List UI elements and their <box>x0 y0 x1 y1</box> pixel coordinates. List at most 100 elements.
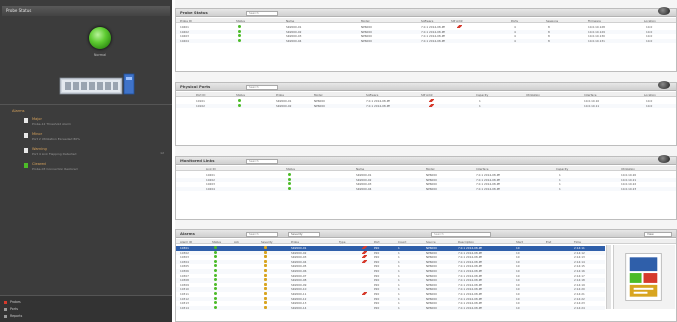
column-header[interactable]: Name <box>356 167 364 171</box>
table-cell: 7.0.1 2014-08-PP <box>458 305 483 310</box>
column-header[interactable]: Software <box>421 19 433 23</box>
status-ok-icon <box>238 38 241 42</box>
column-header[interactable]: Utilization <box>621 167 635 171</box>
table-row[interactable]: 10314 SR2000-14 P20 1 NP6000 7.0.1 2014-08-PP… <box>176 305 605 311</box>
table-cell: 7.0.1 2014-08-PP <box>458 264 483 269</box>
panel-search-input[interactable]: Search <box>246 231 278 237</box>
column-header[interactable]: Ack <box>234 240 239 244</box>
nav-item-probes[interactable]: Probes <box>4 300 21 304</box>
panel-search-input[interactable]: Search <box>246 84 278 90</box>
tree-item-major[interactable]: Major Probe-12 Threshold Alarm <box>24 117 170 129</box>
column-header[interactable]: SIP Addr <box>451 19 463 23</box>
panel-header: Alarms Search Severity Search View <box>176 230 676 238</box>
column-header[interactable]: Time <box>574 240 581 244</box>
table-cell: 2:14:15 <box>574 264 585 269</box>
nav-item-ports[interactable]: Ports <box>4 307 18 311</box>
severity-select[interactable]: Severity <box>288 231 320 237</box>
alarm-map-thumbnail[interactable] <box>613 245 675 309</box>
view-select[interactable]: View <box>644 231 672 237</box>
panel-search-input[interactable]: Search <box>246 158 278 164</box>
table-cell: 10 <box>516 296 520 301</box>
panel-header: Physical Ports Search <box>176 81 676 91</box>
status-ok-icon <box>214 287 217 291</box>
table-cell: NP6000 <box>426 173 437 177</box>
tree-item-warning[interactable]: Warning Port 4 Link Flapping Detected 12 <box>24 147 170 159</box>
status-label: Normal <box>93 53 107 57</box>
table-cell: 7.0.1 2014-08-PP <box>458 278 483 283</box>
column-header[interactable]: Status <box>286 167 295 171</box>
table-cell: 4 <box>514 34 516 38</box>
table-cell: P20 <box>374 259 380 264</box>
column-header[interactable]: Utilization <box>526 93 540 97</box>
status-ok-icon <box>288 186 291 190</box>
table-cell: 1 <box>398 282 400 287</box>
table-row[interactable]: 10204 SR2000-04 NP6000 7.0.1 2014-08-PP 1 10.… <box>176 186 676 191</box>
table-cell: 10 <box>516 282 520 287</box>
table-cell: 10306 <box>180 269 189 273</box>
alert-flag-icon <box>457 25 462 28</box>
table-cell: NP6000 <box>426 296 437 301</box>
column-header[interactable]: Location <box>644 19 656 23</box>
column-header[interactable]: End <box>546 240 551 244</box>
column-header[interactable]: Firmware <box>588 19 601 23</box>
table-cell: P20 <box>374 269 380 273</box>
status-ok-icon <box>214 259 217 263</box>
panel-menu-icon[interactable] <box>658 7 670 15</box>
column-header[interactable]: Start <box>516 240 523 244</box>
column-header[interactable]: Source <box>426 240 436 244</box>
tree-item-minor[interactable]: Minor Port 2 Utilization Exceeded 80% <box>24 132 170 144</box>
table-row[interactable]: 10102 SR2000-02 NP6000 7.0.1 2014-08-PP 1 10.… <box>176 103 676 108</box>
column-header[interactable]: Alarm ID <box>180 240 192 244</box>
column-header[interactable]: Count <box>398 240 406 244</box>
column-header[interactable]: Name <box>286 19 294 23</box>
column-header[interactable]: Port ID <box>196 93 205 97</box>
column-header[interactable]: Software <box>366 93 378 97</box>
alarm-tree-root[interactable]: Alarms <box>12 109 24 113</box>
table-cell: NP6000 <box>361 25 372 29</box>
table-cell: NP6000 <box>426 186 437 191</box>
panel-menu-icon[interactable] <box>658 155 670 163</box>
table-cell: 10 <box>516 246 520 250</box>
probe-chassis-icon[interactable] <box>58 72 138 96</box>
status-ok-icon <box>288 182 291 185</box>
table-cell: SR2000-07 <box>291 273 307 278</box>
tree-item-count: 12 <box>160 151 164 155</box>
column-header[interactable]: Status <box>236 93 245 97</box>
column-header[interactable]: Type <box>339 240 345 244</box>
panel-search-input[interactable]: Search <box>246 10 278 16</box>
table-cell: 1 <box>479 103 481 108</box>
column-header[interactable]: Status <box>236 19 245 23</box>
column-header[interactable]: Port <box>374 240 380 244</box>
column-header[interactable]: SIP Addr <box>421 93 433 97</box>
column-header[interactable]: Sessions <box>546 19 558 23</box>
column-header[interactable]: Capacity <box>556 167 568 171</box>
severity-icon <box>264 296 267 300</box>
column-header[interactable]: Model <box>426 167 434 171</box>
column-header[interactable]: Model <box>314 93 322 97</box>
column-header[interactable]: Interface <box>584 93 597 97</box>
column-header[interactable]: Probe ID <box>180 19 192 23</box>
column-header[interactable]: Status <box>212 240 221 244</box>
column-header[interactable]: Probe <box>276 93 284 97</box>
panel-menu-icon[interactable] <box>658 81 670 89</box>
tree-item-cleared[interactable]: Cleared Probe-03 Connection Restored <box>24 162 170 174</box>
table-row[interactable]: 10404 SR2000-04 NP6000 7.0.1 2014-08-PP 4 8 10… <box>176 38 676 43</box>
column-header[interactable]: Model <box>361 19 369 23</box>
column-header[interactable]: Capacity <box>476 93 488 97</box>
table-cell: 10.0 <box>646 25 653 29</box>
column-header[interactable]: Description <box>458 240 474 244</box>
status-ok-icon <box>214 250 217 254</box>
alarm-search-input[interactable]: Search <box>431 231 491 237</box>
column-header[interactable]: Interface <box>476 167 489 171</box>
column-header[interactable]: Location <box>644 93 656 97</box>
column-header[interactable]: Ports <box>511 19 518 23</box>
tree-item-name: Warning <box>32 147 47 151</box>
table-cell: 10 <box>516 292 520 296</box>
column-header[interactable]: Link ID <box>206 167 216 171</box>
column-header[interactable]: Probe <box>291 240 299 244</box>
table-cell: 10 <box>516 259 520 264</box>
status-indicator-icon[interactable] <box>89 27 111 49</box>
alarm-scrollbar[interactable] <box>606 245 611 309</box>
column-header[interactable]: Severity <box>261 240 273 244</box>
nav-item-reports[interactable]: Reports <box>4 314 22 318</box>
